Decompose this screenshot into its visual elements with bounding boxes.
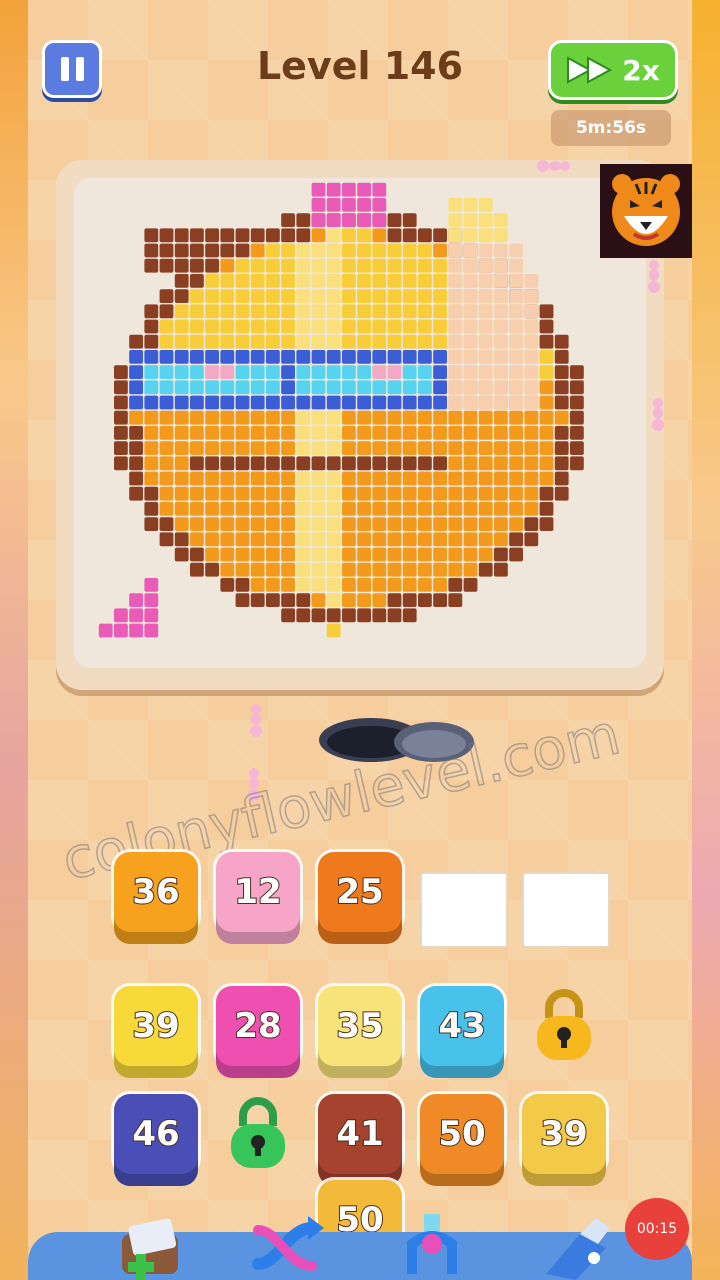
ant-icon	[537, 160, 570, 172]
board-canvas	[74, 178, 646, 668]
fast-forward-icon	[567, 56, 613, 84]
number-tile[interactable]: 50	[420, 1094, 504, 1174]
left-border	[0, 0, 28, 1280]
tiger-icon	[600, 164, 692, 258]
speed-label: 2x	[622, 53, 660, 87]
number-tile[interactable]: 28	[216, 986, 300, 1066]
add-box-icon[interactable]	[112, 1214, 192, 1280]
empty-slot	[420, 872, 508, 948]
number-tile[interactable]: 12	[216, 852, 300, 932]
ant-icon	[248, 768, 260, 801]
record-timer: 00:15	[625, 1198, 689, 1260]
number-tile[interactable]: 46	[114, 1094, 198, 1174]
number-tile[interactable]: 36	[114, 852, 198, 932]
speed-button[interactable]: 2x	[548, 40, 678, 100]
number-tile[interactable]: 41	[318, 1094, 402, 1174]
puzzle-board	[56, 160, 664, 690]
number-tile[interactable]: 39	[522, 1094, 606, 1174]
game-stage: Level 146 2x 5m:56s colonyflowlevel.com …	[28, 0, 692, 1280]
pixel-art	[98, 182, 584, 638]
claw-icon[interactable]	[392, 1214, 472, 1280]
shuffle-icon[interactable]	[248, 1214, 328, 1280]
number-tile[interactable]: 25	[318, 852, 402, 932]
ant-hole	[319, 718, 474, 762]
level-timer: 5m:56s	[551, 110, 671, 146]
right-border	[692, 0, 720, 1280]
number-tile[interactable]: 39	[114, 986, 198, 1066]
number-tile[interactable]: 35	[318, 986, 402, 1066]
green-lock-icon	[231, 1097, 285, 1168]
empty-slot	[522, 872, 610, 948]
ant-icon	[250, 704, 262, 737]
tiger-avatar	[600, 164, 692, 258]
ant-icon	[652, 398, 664, 431]
vacuum-icon[interactable]	[536, 1214, 616, 1280]
number-tile[interactable]: 43	[420, 986, 504, 1066]
gold-lock-icon	[537, 989, 591, 1060]
ant-icon	[648, 260, 660, 293]
